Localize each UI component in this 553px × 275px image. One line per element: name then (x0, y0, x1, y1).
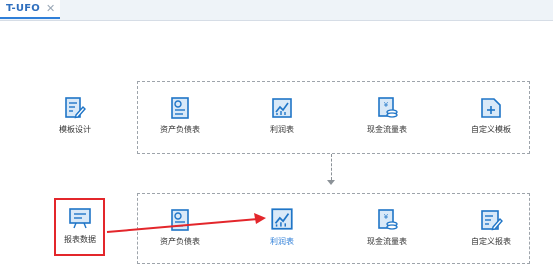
annotation-arrow (106, 213, 266, 233)
